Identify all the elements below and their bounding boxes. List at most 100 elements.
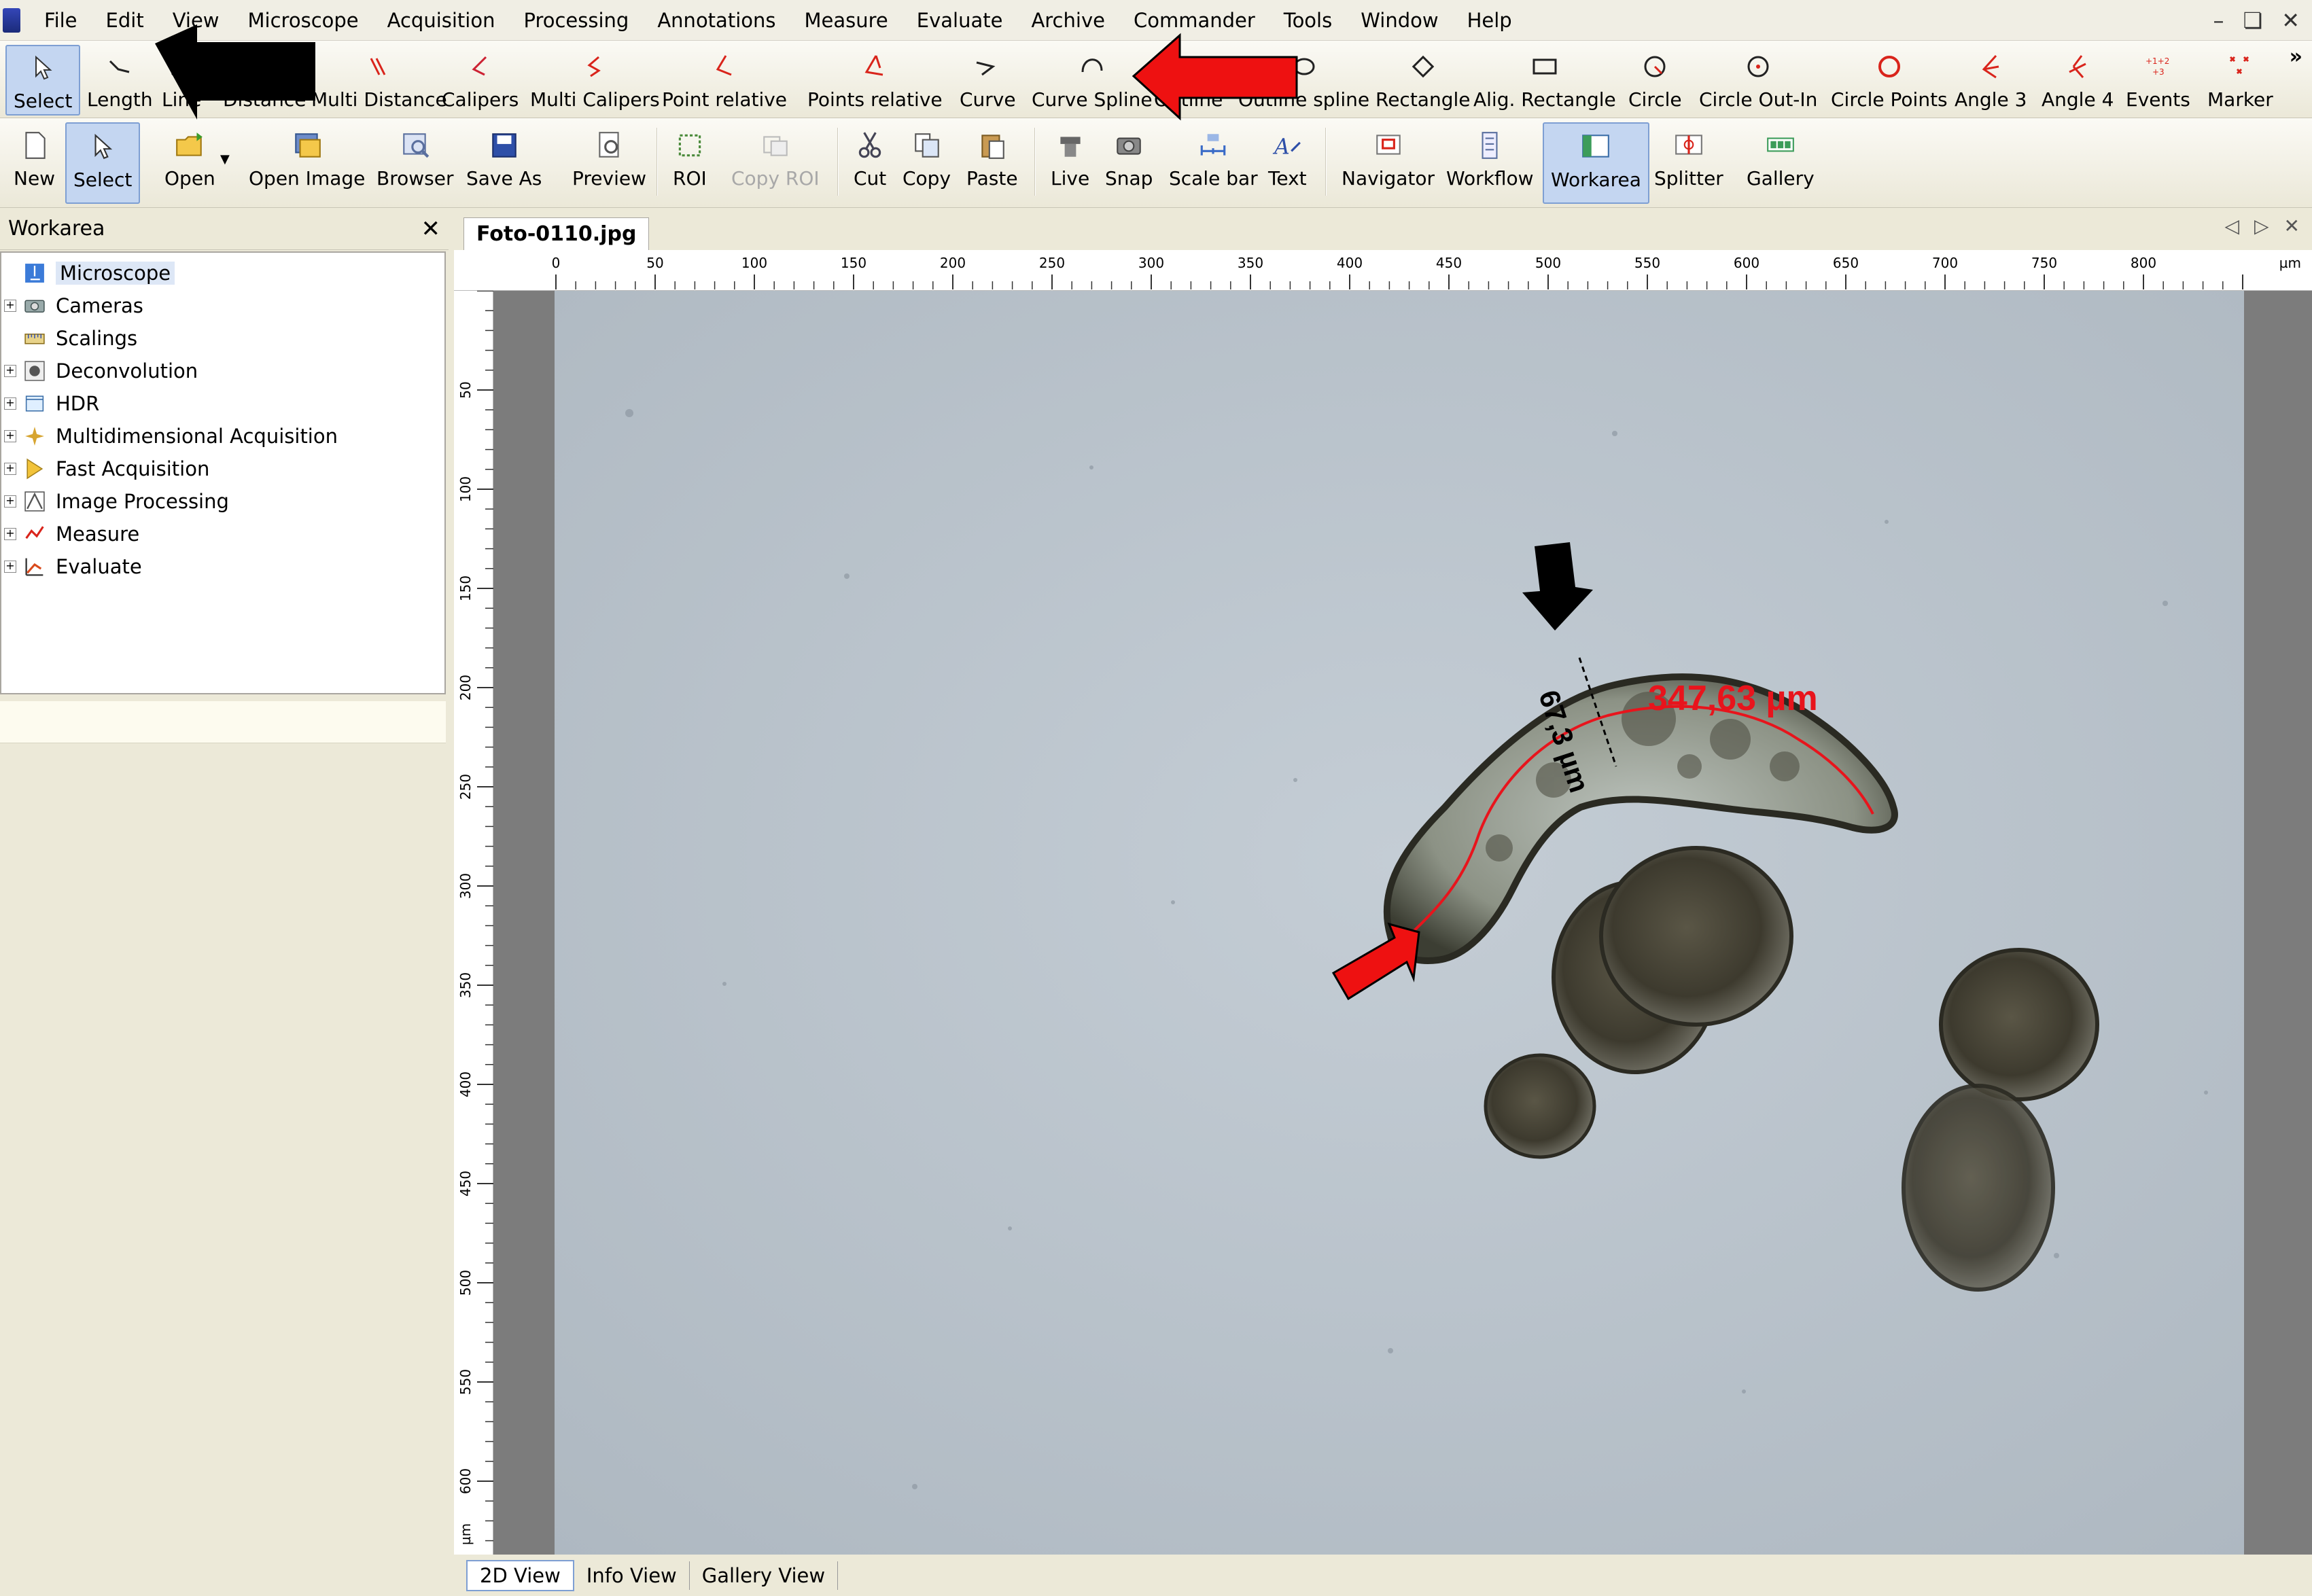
app-icon[interactable]	[3, 7, 20, 33]
tool-select-button[interactable]: Select	[5, 45, 81, 116]
tree-expand-icon[interactable]: +	[4, 528, 16, 540]
tool-outline-button[interactable]: Outline	[1147, 45, 1229, 116]
tree-item-cameras[interactable]: + Cameras	[1, 289, 444, 322]
menu-window[interactable]: Window	[1346, 0, 1452, 41]
tool-curve-spline-button[interactable]: Curve Spline	[1025, 45, 1159, 116]
workarea-close-icon[interactable]: ✕	[421, 215, 441, 243]
tree-item-multidimensional-acquisition[interactable]: + Multidimensional Acquisition	[1, 420, 444, 453]
tool-angle-4-button[interactable]: Angle 4	[2035, 45, 2120, 116]
toolbar-preview-button[interactable]: Preview	[565, 122, 653, 204]
toolbar-workflow-button[interactable]: Workflow	[1439, 122, 1541, 204]
toolbar-cut-button[interactable]: Cut	[847, 122, 893, 204]
ruler-top-label: 350	[1238, 255, 1263, 271]
tree-item-microscope[interactable]: Microscope	[1, 257, 444, 289]
menu-file[interactable]: File	[30, 0, 92, 41]
tab-next-icon[interactable]: ▷	[2254, 215, 2269, 237]
toolbar-overflow-icon[interactable]: »	[2290, 45, 2302, 69]
tool-point-relative-button[interactable]: Point relative	[655, 45, 794, 116]
tree-item-image-processing[interactable]: + Image Processing	[1, 485, 444, 518]
menu-acquisition[interactable]: Acquisition	[373, 0, 510, 41]
tree-expand-icon[interactable]: +	[4, 495, 16, 508]
events-icon: +1+2 +3	[2143, 49, 2173, 84]
tree-item-hdr[interactable]: + HDR	[1, 387, 444, 420]
tool-multi-calipers-button[interactable]: Multi Calipers	[523, 45, 667, 116]
tool-circle-button[interactable]: Circle	[1622, 45, 1689, 116]
toolbar-open-button[interactable]: Open	[158, 122, 222, 204]
toolbar-roi-button[interactable]: ROI	[666, 122, 714, 204]
tree-item-label: Multidimensional Acquisition	[56, 425, 338, 448]
toolbar-live-button[interactable]: Live	[1044, 122, 1096, 204]
toolbar-snap-button[interactable]: Snap	[1098, 122, 1159, 204]
tool-multi-distance-button[interactable]: Multi Distance	[304, 45, 454, 116]
tool-angle-3-button[interactable]: Angle 3	[1948, 45, 2033, 116]
menu-view[interactable]: View	[158, 0, 234, 41]
toolbar-copy-button[interactable]: Copy	[896, 122, 958, 204]
restore-icon[interactable]: ❏	[2243, 7, 2263, 33]
menu-measure[interactable]: Measure	[790, 0, 903, 41]
tool-events-button[interactable]: +1+2 +3 Events	[2119, 45, 2197, 116]
menu-archive[interactable]: Archive	[1017, 0, 1119, 41]
tool-outline-spline-button[interactable]: Outline spline	[1231, 45, 1376, 116]
tool-marker-button[interactable]: Marker	[2201, 45, 2280, 116]
tree-item-evaluate[interactable]: + Evaluate	[1, 550, 444, 583]
menu-commander[interactable]: Commander	[1119, 0, 1269, 41]
close-icon[interactable]: ✕	[2281, 7, 2300, 33]
tool-calipers-button[interactable]: Calipers	[435, 45, 525, 116]
toolbar-gallery-button[interactable]: Gallery	[1740, 122, 1821, 204]
open-dropdown-icon[interactable]: ▼	[220, 152, 230, 166]
tool-label: Angle 3	[1955, 88, 2027, 111]
tool-alig-rectangle-button[interactable]: Alig. Rectangle	[1467, 45, 1623, 116]
document-tab[interactable]: Foto-0110.jpg	[463, 217, 650, 250]
tool-distance-button[interactable]: Distance	[216, 45, 313, 116]
toolbar-paste-button[interactable]: Paste	[960, 122, 1025, 204]
tree-expand-icon[interactable]: +	[4, 430, 16, 442]
paste-icon	[977, 128, 1008, 163]
toolbar-open-image-button[interactable]: Open Image	[242, 122, 372, 204]
menu-help[interactable]: Help	[1453, 0, 1526, 41]
calipers-icon	[466, 49, 495, 84]
image-canvas[interactable]	[493, 291, 2312, 1555]
menu-tools[interactable]: Tools	[1269, 0, 1346, 41]
tree-expand-icon[interactable]: +	[4, 561, 16, 573]
view-tab-info-view[interactable]: Info View	[574, 1561, 690, 1590]
toolbar-copy-roi-button[interactable]: Copy ROI	[724, 122, 826, 204]
toolbar-select-button[interactable]: Select	[65, 122, 141, 204]
toolbar-splitter-button[interactable]: Splitter	[1647, 122, 1730, 204]
multidim-icon	[23, 425, 46, 448]
svg-text:+1+2: +1+2	[2145, 56, 2169, 66]
tree-item-measure[interactable]: + Measure	[1, 518, 444, 550]
toolbar-scale-bar-button[interactable]: Scale bar	[1162, 122, 1265, 204]
minimize-icon[interactable]: –	[2213, 7, 2224, 33]
tool-circle-out-in-button[interactable]: Circle Out-In	[1692, 45, 1824, 116]
menu-processing[interactable]: Processing	[509, 0, 643, 41]
aligned-rectangle-icon	[1530, 49, 1560, 84]
tool-circle-points-button[interactable]: Circle Points	[1824, 45, 1955, 116]
toolbar-save-as-button[interactable]: Save As	[459, 122, 548, 204]
view-tab-2d-view[interactable]: 2D View	[466, 1559, 574, 1591]
tab-close-icon[interactable]: ✕	[2284, 215, 2300, 237]
tool-length-button[interactable]: Length	[80, 45, 160, 116]
tree-expand-icon[interactable]: +	[4, 397, 16, 410]
tab-prev-icon[interactable]: ◁	[2224, 215, 2239, 237]
tree-item-scalings[interactable]: Scalings	[1, 322, 444, 355]
menu-microscope[interactable]: Microscope	[234, 0, 373, 41]
toolbar-new-button[interactable]: New	[7, 122, 62, 204]
tool-points-relative-button[interactable]: Points relative	[801, 45, 949, 116]
tree-item-deconvolution[interactable]: + Deconvolution	[1, 355, 444, 387]
menu-annotations[interactable]: Annotations	[643, 0, 790, 41]
tree-expand-icon[interactable]: +	[4, 300, 16, 312]
toolbar-browser-button[interactable]: Browser	[370, 122, 460, 204]
toolbar-text-button[interactable]: A Text	[1261, 122, 1314, 204]
tool-curve-button[interactable]: Curve	[953, 45, 1023, 116]
toolbar-workarea-button[interactable]: Workarea	[1543, 122, 1649, 204]
menu-evaluate[interactable]: Evaluate	[903, 0, 1017, 41]
menu-edit[interactable]: Edit	[92, 0, 158, 41]
tree-expand-icon[interactable]: +	[4, 463, 16, 475]
tool-rectangle-button[interactable]: Rectangle	[1369, 45, 1477, 116]
view-tab-gallery-view[interactable]: Gallery View	[690, 1561, 839, 1590]
tree-item-fast-acquisition[interactable]: + Fast Acquisition	[1, 453, 444, 485]
tool-line-button[interactable]: Line	[155, 45, 208, 116]
ruler-left-label: 500	[457, 1270, 474, 1296]
tree-expand-icon[interactable]: +	[4, 365, 16, 377]
toolbar-navigator-button[interactable]: Navigator	[1335, 122, 1441, 204]
